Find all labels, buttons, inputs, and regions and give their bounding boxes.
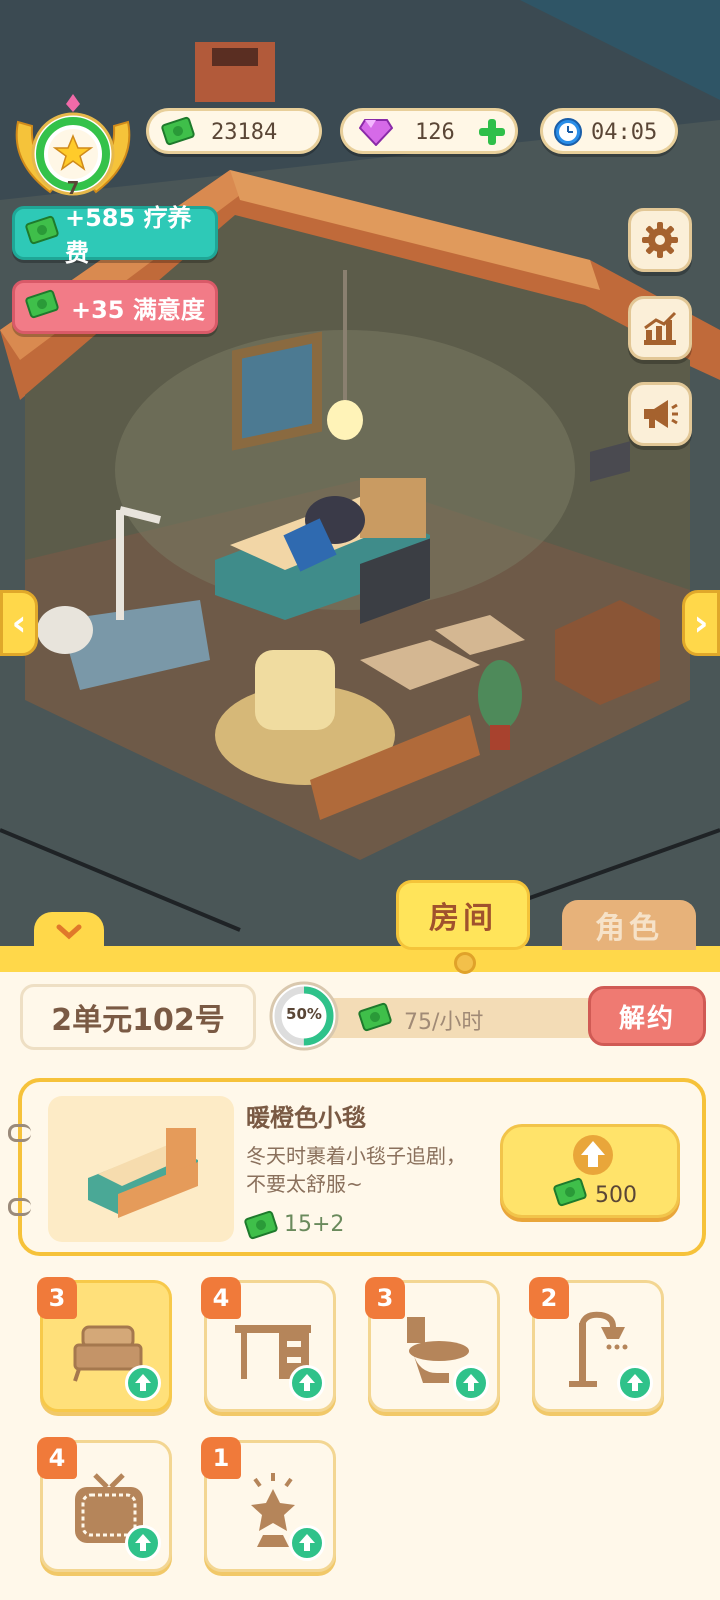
timer-display: 04:05 <box>540 108 678 154</box>
tab-room[interactable]: 房间 <box>396 880 530 950</box>
chart-icon <box>644 311 677 345</box>
furniture-slot-desk[interactable]: 4 <box>201 1277 336 1412</box>
cash-icon <box>357 1001 393 1033</box>
upgrade-cost: 500 <box>595 1183 637 1208</box>
tab-pin-icon <box>454 952 476 974</box>
tab-character[interactable]: 角色 <box>562 900 696 950</box>
cash-icon <box>24 214 60 247</box>
upgrade-badge <box>617 1365 653 1401</box>
collapse-panel-button[interactable] <box>34 912 104 950</box>
furniture-slot-tv[interactable]: 4 <box>37 1437 172 1572</box>
satisfaction-text: +35 满意度 <box>71 295 205 324</box>
progress-label: 50% <box>286 1005 322 1023</box>
item-description: 冬天时裹着小毯子追剧，不要太舒服~ <box>246 1144 466 1196</box>
next-room-arrow[interactable]: › <box>682 590 720 656</box>
care-fee-bonus[interactable]: +585 疗养费 <box>12 204 218 267</box>
chevron-down-icon <box>56 924 82 940</box>
gear-icon <box>642 222 678 258</box>
item-card: 暖橙色小毯 冬天时裹着小毯子追剧，不要太舒服~ 15+2 500 <box>18 1078 706 1256</box>
cash-counter[interactable]: 23184 <box>146 108 322 154</box>
furniture-slot-bed[interactable]: 3 <box>37 1277 172 1412</box>
binder-ring <box>8 1124 31 1142</box>
furniture-slot-shower[interactable]: 2 <box>529 1277 664 1412</box>
timer-value: 04:05 <box>591 120 658 145</box>
gem-counter[interactable]: 126 <box>340 108 518 154</box>
room-name: 2单元102号 <box>20 984 256 1050</box>
cash-value: 23184 <box>211 120 278 145</box>
game-scene[interactable]: 7 23184 126 04:05 +585 疗养费 +35 满意度 ‹ › <box>0 0 720 950</box>
plus-icon <box>479 119 505 145</box>
income-rate: 75/小时 <box>404 1010 484 1035</box>
furniture-slot-toilet[interactable]: 3 <box>365 1277 500 1412</box>
megaphone-icon <box>644 400 678 428</box>
stats-button[interactable] <box>628 296 692 360</box>
upgrade-badge <box>289 1525 325 1561</box>
upgrade-badge <box>453 1365 489 1401</box>
level-badge[interactable]: 7 <box>10 92 136 204</box>
cash-icon <box>24 288 60 321</box>
clock-icon <box>554 118 582 146</box>
furniture-slot-lamp[interactable]: 1 <box>201 1437 336 1572</box>
cash-icon <box>243 1209 279 1241</box>
add-gem-button[interactable] <box>477 117 507 147</box>
announce-button[interactable] <box>628 382 692 446</box>
care-fee-text: +585 疗养费 <box>65 204 192 267</box>
upgrade-badge <box>289 1365 325 1401</box>
upgrade-badge <box>125 1525 161 1561</box>
item-stat: 15+2 <box>284 1212 345 1237</box>
upgrade-item-button[interactable]: 500 <box>500 1124 680 1218</box>
occupancy-progress: 50% <box>268 980 340 1052</box>
cash-icon <box>552 1176 588 1208</box>
upgrade-badge <box>125 1365 161 1401</box>
arrow-up-icon <box>573 1135 613 1175</box>
gem-icon <box>359 119 393 146</box>
satisfaction-bonus[interactable]: +35 满意度 <box>12 280 218 334</box>
prev-room-arrow[interactable]: ‹ <box>0 590 38 656</box>
cash-icon <box>160 115 196 147</box>
settings-button[interactable] <box>628 208 692 272</box>
bed-icon <box>88 1128 198 1218</box>
item-image <box>48 1096 234 1242</box>
room-panel: 2单元102号 50% 75/小时 解约 暖橙色小毯 冬天时裹着小毯子追剧，不要… <box>0 946 720 1600</box>
terminate-contract-button[interactable]: 解约 <box>588 986 706 1046</box>
level-number: 7 <box>66 178 80 199</box>
item-title: 暖橙色小毯 <box>246 1104 366 1132</box>
binder-ring <box>8 1198 31 1216</box>
gem-value: 126 <box>415 120 455 145</box>
